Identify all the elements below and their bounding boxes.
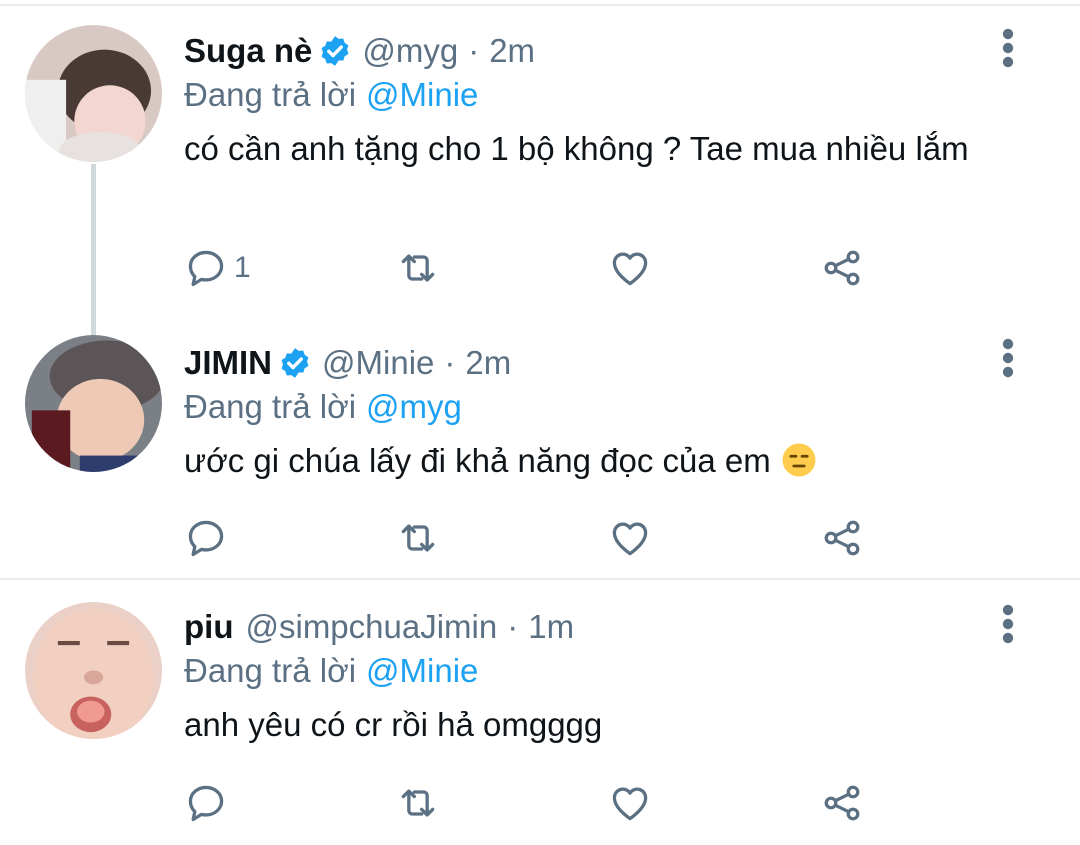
tweet[interactable]: piu @simpchuaJimin · 1m Đang trả lời @Min… xyxy=(0,580,1080,845)
reply-button[interactable] xyxy=(184,778,228,828)
reply-icon xyxy=(188,520,224,557)
replying-to-label: Đang trả lời xyxy=(184,76,357,113)
like-icon xyxy=(612,787,648,821)
share-icon xyxy=(824,250,860,286)
reply-button[interactable]: 1 xyxy=(184,243,251,293)
mention-link[interactable]: @myg xyxy=(366,388,462,425)
replying-to-label: Đang trả lời xyxy=(184,388,357,425)
tweet-actions xyxy=(184,513,884,563)
share-icon xyxy=(824,785,860,821)
expressionless-face-emoji xyxy=(781,442,817,478)
tweet-text-container: ước gi chúa lấy đi khả năng đọc của em xyxy=(184,440,1000,482)
like-button[interactable] xyxy=(608,243,652,293)
like-button[interactable] xyxy=(608,778,652,828)
share-button[interactable] xyxy=(820,778,864,828)
reply-button[interactable] xyxy=(184,513,228,563)
handle[interactable]: @myg xyxy=(362,30,458,72)
separator-dot: · xyxy=(507,608,519,645)
display-name[interactable]: JIMIN xyxy=(184,342,272,384)
handle[interactable]: @Minie xyxy=(322,342,434,384)
more-options-icon[interactable] xyxy=(994,28,1022,68)
tweet-text: ước gi chúa lấy đi khả năng đọc của em xyxy=(184,442,771,479)
replying-to: Đang trả lời @Minie xyxy=(184,74,1000,116)
timestamp[interactable]: 1m xyxy=(528,606,574,648)
reply-icon xyxy=(188,785,224,822)
retweet-button[interactable] xyxy=(396,778,440,828)
reply-count: 1 xyxy=(234,251,251,284)
retweet-icon xyxy=(401,524,435,552)
more-options-icon[interactable] xyxy=(994,338,1022,378)
retweet-button[interactable] xyxy=(396,243,440,293)
timestamp[interactable]: 2m xyxy=(465,342,511,384)
like-icon xyxy=(612,522,648,556)
replying-to: Đang trả lời @myg xyxy=(184,386,1000,428)
like-button[interactable] xyxy=(608,513,652,563)
avatar[interactable] xyxy=(25,25,162,162)
share-icon xyxy=(824,520,860,556)
share-button[interactable] xyxy=(820,513,864,563)
avatar[interactable] xyxy=(25,335,162,472)
mention-link[interactable]: @Minie xyxy=(366,652,478,689)
avatar[interactable] xyxy=(25,602,162,739)
handle[interactable]: @simpchuaJimin xyxy=(245,606,497,648)
timestamp[interactable]: 2m xyxy=(489,30,535,72)
replying-to-label: Đang trả lời xyxy=(184,652,357,689)
display-name[interactable]: Suga nè xyxy=(184,30,312,72)
verified-badge-icon xyxy=(278,346,312,380)
tweet-actions: 1 xyxy=(184,243,884,293)
reply-thread: Suga nè @myg · 2m Đang trả lời @Minie có … xyxy=(0,0,1080,845)
tweet-text: có cần anh tặng cho 1 bộ không ? Tae mua… xyxy=(184,130,969,167)
tweet-actions xyxy=(184,778,884,828)
like-icon xyxy=(612,252,648,286)
retweet-icon xyxy=(401,254,435,282)
retweet-button[interactable] xyxy=(396,513,440,563)
share-button[interactable] xyxy=(820,243,864,293)
tweet[interactable]: JIMIN @Minie · 2m Đang trả lời @myg ước g… xyxy=(0,330,1080,578)
display-name[interactable]: piu xyxy=(184,606,233,648)
separator-dot: · xyxy=(444,344,456,381)
replying-to: Đang trả lời @Minie xyxy=(184,650,1000,692)
verified-badge-icon xyxy=(318,34,352,68)
reply-icon xyxy=(188,250,224,287)
tweet[interactable]: Suga nè @myg · 2m Đang trả lời @Minie có … xyxy=(0,0,1080,330)
retweet-icon xyxy=(401,789,435,817)
tweet-text: anh yêu có cr rồi hả omgggg xyxy=(184,706,603,743)
mention-link[interactable]: @Minie xyxy=(366,76,478,113)
separator-dot: · xyxy=(468,32,480,69)
more-options-icon[interactable] xyxy=(994,604,1022,644)
